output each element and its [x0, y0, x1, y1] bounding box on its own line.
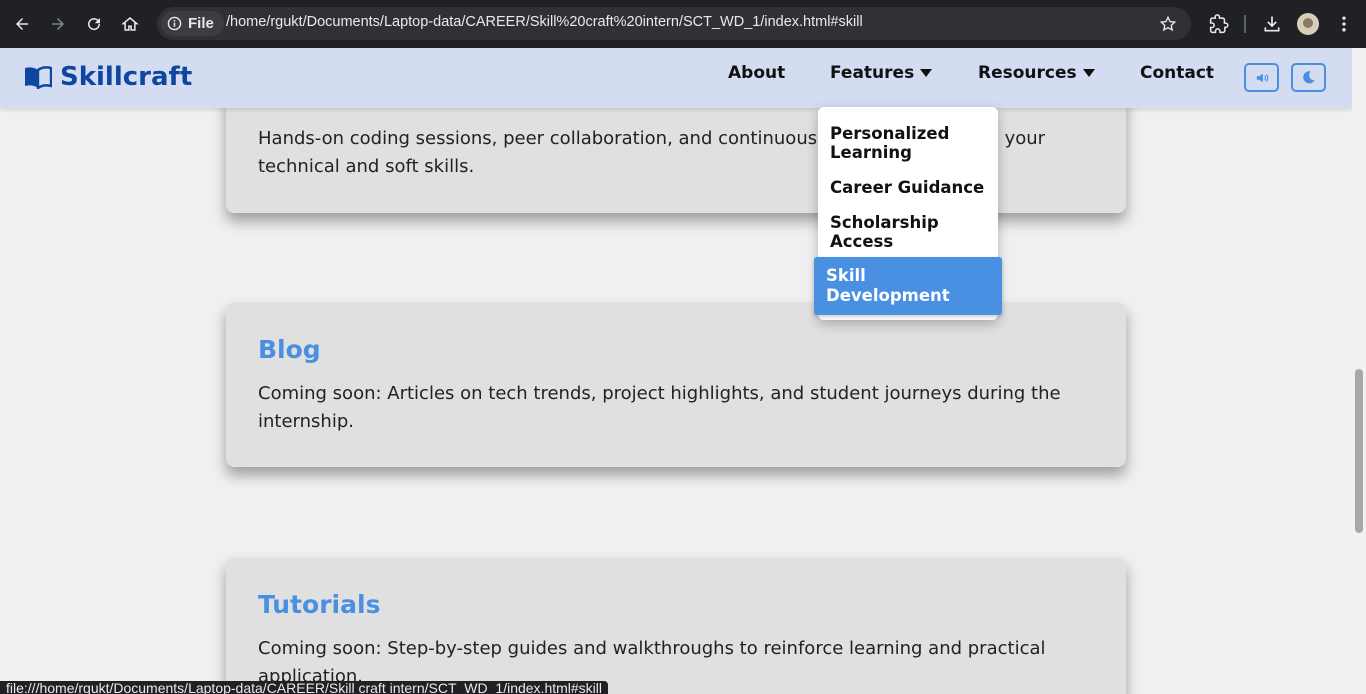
nav-resources-label: Resources	[978, 63, 1077, 83]
caret-down-icon	[920, 69, 933, 77]
nav-features-label: Features	[830, 63, 915, 83]
menu-item-scholarship-access[interactable]: Scholarship Access	[830, 213, 990, 251]
page-viewport: Hands-on coding sessions, peer collabora…	[0, 48, 1352, 694]
blog-card: Blog Coming soon: Articles on tech trend…	[226, 303, 1126, 467]
nav-about-label: About	[728, 63, 786, 83]
blog-card-text: Coming soon: Articles on tech trends, pr…	[258, 383, 1061, 432]
scheme-label: File	[188, 15, 214, 32]
tutorials-card-title: Tutorials	[258, 590, 381, 619]
browser-toolbar: File /home/rgukt/Documents/Laptop-data/C…	[0, 0, 1366, 48]
tutorials-card: Tutorials Coming soon: Step-by-step guid…	[226, 558, 1126, 694]
nav-contact[interactable]: Contact	[1140, 63, 1214, 83]
brand-logo[interactable]: Skillcraft	[24, 62, 192, 92]
toolbar-divider	[1244, 15, 1246, 33]
nav-resources[interactable]: Resources	[978, 63, 1095, 83]
forward-icon[interactable]	[46, 12, 70, 36]
site-info-chip[interactable]: File	[161, 11, 224, 36]
profile-avatar[interactable]	[1297, 13, 1319, 35]
menu-item-skill-development[interactable]: Skill Development	[814, 257, 1002, 315]
book-icon	[25, 66, 52, 89]
moon-icon	[1303, 71, 1315, 84]
features-dropdown: Personalized Learning Career Guidance Sc…	[814, 107, 1002, 320]
address-bar[interactable]: File /home/rgukt/Documents/Laptop-data/C…	[157, 7, 1191, 40]
brand-name: Skillcraft	[60, 62, 193, 92]
info-icon	[167, 16, 182, 31]
url-text[interactable]: /home/rgukt/Documents/Laptop-data/CAREER…	[226, 14, 863, 30]
sound-toggle-button[interactable]	[1244, 63, 1279, 92]
blog-card-title: Blog	[258, 335, 321, 364]
home-icon[interactable]	[118, 12, 142, 36]
extensions-icon[interactable]	[1207, 12, 1231, 36]
theme-toggle-button[interactable]	[1291, 63, 1326, 92]
nav-contact-label: Contact	[1140, 63, 1215, 83]
bookmark-star-icon[interactable]	[1159, 15, 1177, 33]
nav-features[interactable]: Features	[830, 63, 933, 83]
site-header: Skillcraft About Features Resources Cont…	[0, 48, 1352, 108]
scrollbar-thumb[interactable]	[1355, 369, 1363, 533]
menu-item-personalized-learning[interactable]: Personalized Learning	[830, 124, 990, 162]
menu-item-career-guidance[interactable]: Career Guidance	[830, 178, 990, 197]
speaker-icon	[1256, 73, 1268, 82]
nav-about[interactable]: About	[728, 63, 785, 83]
caret-down-icon	[1082, 69, 1095, 77]
more-menu-icon[interactable]	[1332, 12, 1356, 36]
back-icon[interactable]	[10, 12, 34, 36]
page-scrollbar[interactable]	[1352, 48, 1366, 694]
download-icon[interactable]	[1260, 12, 1284, 36]
reload-icon[interactable]	[82, 12, 106, 36]
link-status-bubble: file:///home/rgukt/Documents/Laptop-data…	[0, 681, 609, 694]
